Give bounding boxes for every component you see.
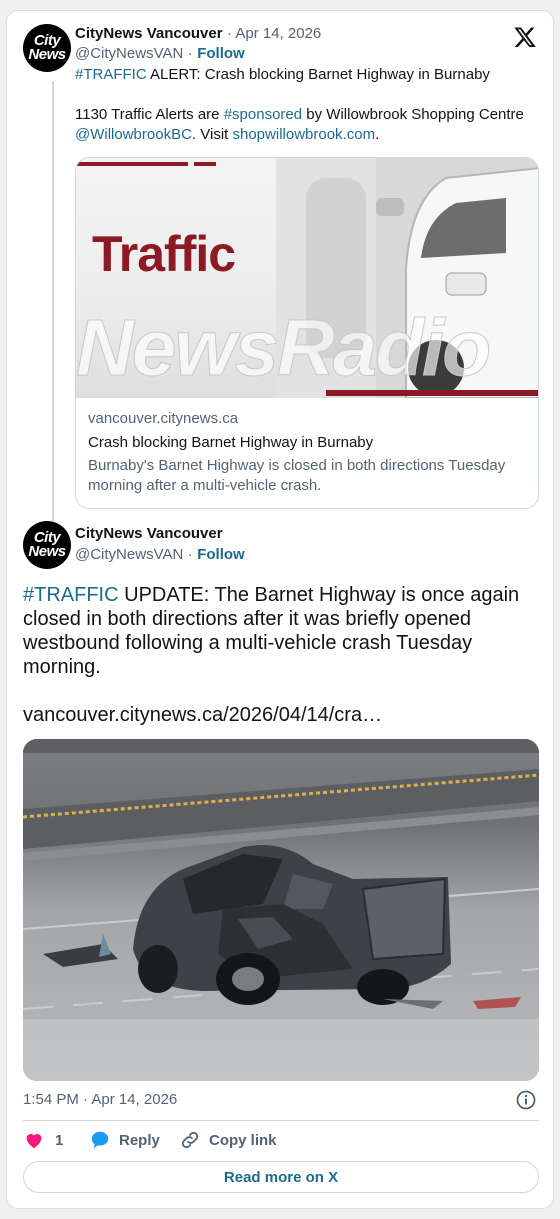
tweet1-line2-text-a: 1130 Traffic Alerts are <box>75 106 224 123</box>
tweet2-text-line4: morning. <box>23 656 101 678</box>
link-preview-description: Burnaby's Barnet Highway is closed in bo… <box>88 456 505 496</box>
tweet2-article-link[interactable]: vancouver.citynews.ca/2026/04/14/cra… <box>23 703 382 727</box>
tweet2-handle[interactable]: @CityNewsVAN <box>75 546 183 563</box>
thread-connector-line <box>52 81 54 521</box>
tweet1-subheader: @CityNewsVAN · Follow <box>75 45 245 63</box>
tweet1-hashtag-traffic[interactable]: #TRAFFIC <box>75 66 147 83</box>
tweet2-text: #TRAFFIC UPDATE: The Barnet Highway is o… <box>23 583 519 679</box>
avatar-text-news: News <box>28 46 66 63</box>
tweet2-header: CityNews Vancouver <box>75 525 223 543</box>
citynews-avatar[interactable]: City News <box>23 24 71 72</box>
link-preview-description-line1: Burnaby's Barnet Highway is closed in bo… <box>88 457 506 474</box>
reply-action[interactable]: Reply <box>89 1129 160 1151</box>
tweet1-url-shopwillowbrook[interactable]: shopwillowbrook.com <box>233 126 376 143</box>
x-logo-icon[interactable] <box>513 25 537 49</box>
tweet1-dot: · <box>187 45 193 62</box>
divider <box>23 1120 539 1121</box>
tweet2-display-name[interactable]: CityNews Vancouver <box>75 525 223 542</box>
tweet2-text-line1: #TRAFFIC UPDATE: The Barnet Highway is o… <box>23 583 519 607</box>
like-action[interactable]: 1 <box>23 1129 63 1151</box>
read-more-label: Read more on X <box>223 1168 339 1186</box>
tweet1-text-line3: @WillowbrookBC. Visit shopwillowbrook.co… <box>75 125 379 145</box>
tweet1-handle[interactable]: @CityNewsVAN <box>75 45 183 62</box>
tweet1-line3-text: . Visit <box>191 126 233 143</box>
tweet1-display-name[interactable]: CityNews Vancouver <box>75 25 223 42</box>
tweet2-subheader: @CityNewsVAN · Follow <box>75 546 245 564</box>
tweet1-hashtag-sponsored[interactable]: #sponsored <box>224 106 302 123</box>
tweet2-text-line2: closed in both directions after it was b… <box>23 608 472 630</box>
copy-link-label: Copy link <box>209 1131 277 1149</box>
link-preview-domain: vancouver.citynews.ca <box>88 410 239 427</box>
tweet1-date[interactable]: · Apr 14, 2026 <box>227 25 321 42</box>
tweet2-dot: · <box>187 546 193 563</box>
crash-photo[interactable] <box>23 739 539 1081</box>
tweet1-text-line2: 1130 Traffic Alerts are #sponsored by Wi… <box>75 105 524 125</box>
info-icon[interactable] <box>515 1089 537 1111</box>
tweet1-line1-text: ALERT: Crash blocking Barnet Highway in … <box>146 66 490 83</box>
like-count: 1 <box>55 1131 64 1149</box>
tweet2-timestamp[interactable]: 1:54 PM · Apr 14, 2026 <box>23 1091 177 1108</box>
reply-label: Reply <box>119 1131 160 1149</box>
reply-bubble-icon <box>91 1131 109 1149</box>
image-title-traffic: Traffic <box>92 226 236 282</box>
link-preview-description-line2: morning after a multi-vehicle crash. <box>88 477 322 494</box>
avatar-text-news: News <box>28 543 66 560</box>
link-preview-card[interactable]: NewsRadio Traffic vancouver.citynews.ca … <box>75 157 539 509</box>
tweet2-follow-button[interactable]: Follow <box>197 546 245 563</box>
link-preview-image: NewsRadio Traffic <box>76 158 538 398</box>
tweet1-line2-text-b: by Willowbrook Shopping Centre <box>302 106 524 123</box>
link-preview-headline: Crash blocking Barnet Highway in Burnaby <box>88 434 374 451</box>
heart-icon <box>26 1134 42 1149</box>
copy-link-action[interactable]: Copy link <box>179 1129 277 1151</box>
tweet1-follow-button[interactable]: Follow <box>197 45 245 62</box>
tweet2-text-line3: westbound following a multi-vehicle cras… <box>23 632 473 654</box>
link-chain-icon <box>181 1131 199 1149</box>
tweet1-text-line1: #TRAFFIC ALERT: Crash blocking Barnet Hi… <box>75 65 490 85</box>
tweet1-mention-willowbrook[interactable]: @WillowbrookBC <box>75 126 192 143</box>
tweet2-line1-text: UPDATE: The Barnet Highway is once again <box>118 584 520 606</box>
image-watermark-text: NewsRadio <box>76 308 492 388</box>
tweet1-line3-end: . <box>375 126 380 143</box>
read-more-button[interactable]: Read more on X <box>23 1161 539 1193</box>
tweet-embed-card: City News CityNews Vancouver · Apr 14, 2… <box>6 10 554 1209</box>
citynews-avatar-2[interactable]: City News <box>23 521 71 569</box>
tweet1-header: CityNews Vancouver · Apr 14, 2026 <box>75 25 321 43</box>
tweet2-hashtag-traffic[interactable]: #TRAFFIC <box>23 584 119 606</box>
